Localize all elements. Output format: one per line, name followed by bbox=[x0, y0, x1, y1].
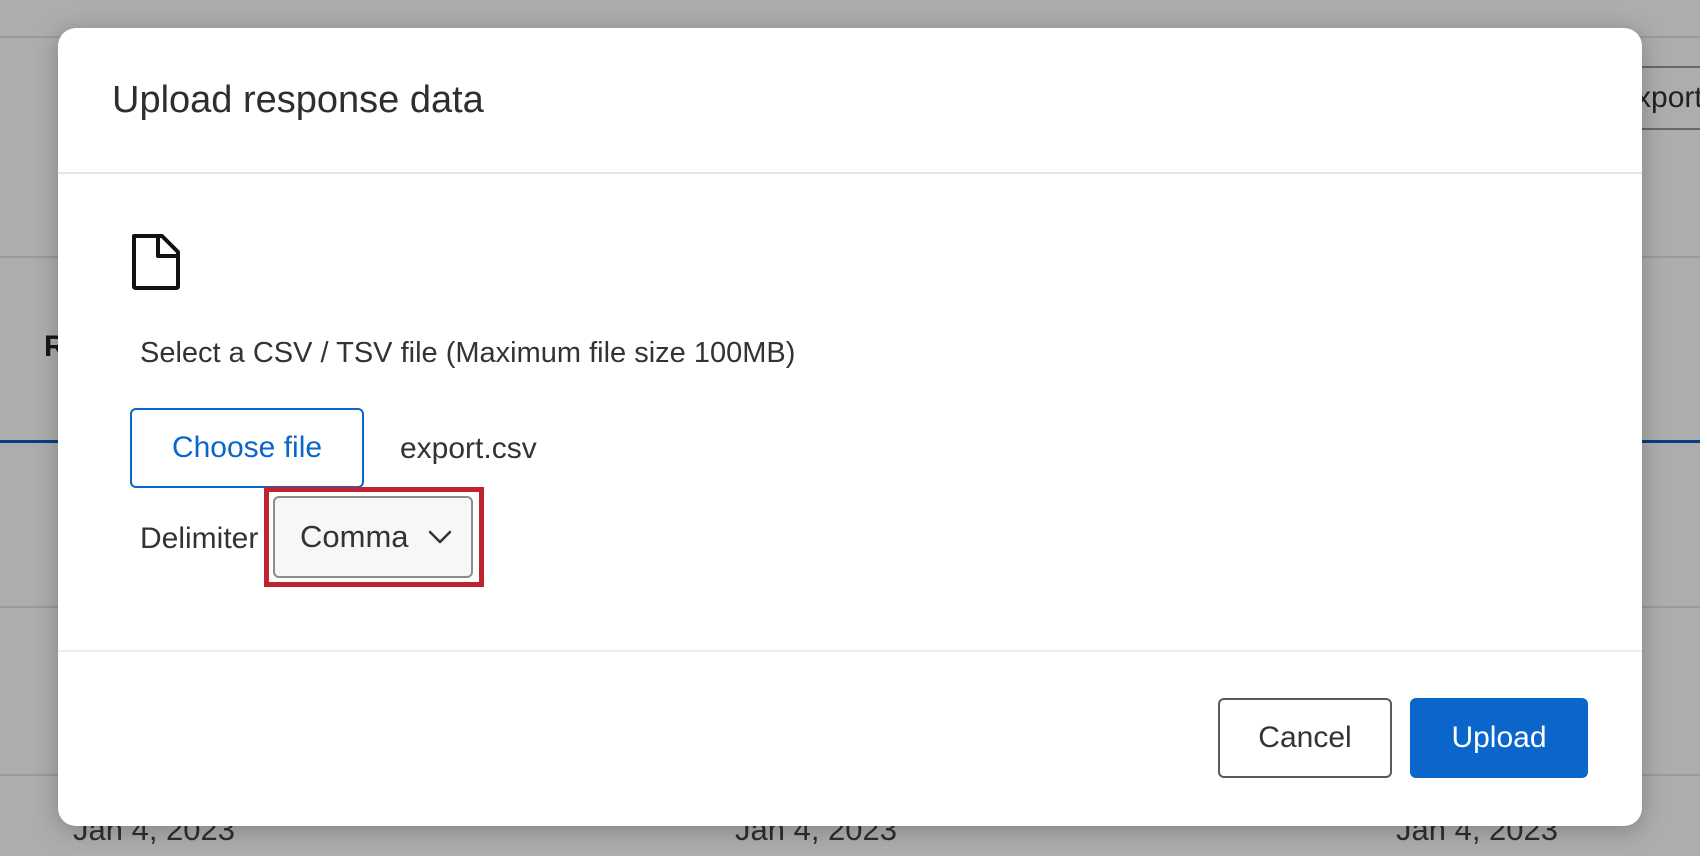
dialog-header: Upload response data bbox=[58, 28, 1642, 174]
choose-file-button[interactable]: Choose file bbox=[130, 408, 364, 488]
upload-button[interactable]: Upload bbox=[1410, 698, 1588, 778]
dialog-body: Select a CSV / TSV file (Maximum file si… bbox=[58, 174, 1642, 652]
upload-dialog: Upload response data Select a CSV / TSV … bbox=[58, 28, 1642, 826]
dialog-title: Upload response data bbox=[112, 78, 484, 121]
upload-instructions: Select a CSV / TSV file (Maximum file si… bbox=[140, 337, 796, 369]
delimiter-selected-value: Comma bbox=[300, 519, 409, 554]
cancel-button[interactable]: Cancel bbox=[1218, 698, 1392, 778]
file-icon bbox=[132, 234, 180, 290]
dialog-footer: Cancel Upload bbox=[58, 652, 1642, 824]
delimiter-label: Delimiter bbox=[140, 522, 259, 555]
chevron-down-icon bbox=[428, 530, 451, 544]
selected-file-name: export.csv bbox=[400, 432, 537, 465]
delimiter-dropdown[interactable]: Comma bbox=[273, 496, 473, 578]
